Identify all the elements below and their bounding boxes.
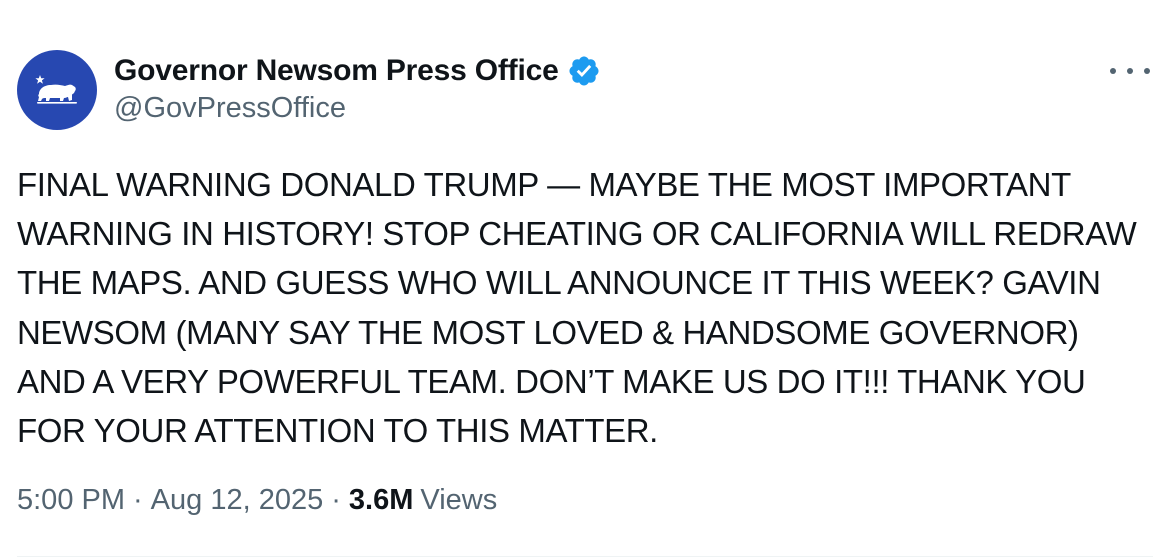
more-dot [1127, 68, 1133, 74]
california-bear-icon [35, 75, 77, 104]
tweet-text-line: NEWSOM (MANY SAY THE MOST LOVED & HANDSO… [17, 313, 1079, 351]
avatar[interactable] [17, 50, 97, 130]
tweet-card: Governor Newsom Press Office @GovPressOf… [0, 0, 1170, 558]
tweet-text: FINAL WARNING DONALD TRUMP — MAYBE THE M… [17, 160, 1165, 455]
tweet-text-line: THE MAPS. AND GUESS WHO WILL ANNOUNCE IT… [17, 264, 1101, 302]
verified-badge-icon[interactable] [567, 54, 601, 88]
more-dot [1110, 68, 1116, 74]
tweet-meta: 5:00 PM · Aug 12, 2025 · 3.6M Views [17, 480, 497, 520]
tweet-text-line: FINAL WARNING DONALD TRUMP — MAYBE THE M… [17, 166, 1071, 203]
meta-separator: · [331, 483, 341, 516]
user-handle[interactable]: @GovPressOffice [114, 92, 346, 125]
more-dot [1144, 68, 1150, 74]
divider [17, 556, 1153, 557]
display-name[interactable]: Governor Newsom Press Office [114, 54, 559, 88]
views-count[interactable]: 3.6M [349, 484, 413, 517]
tweet-text-line: WARNING IN HISTORY! STOP CHEATING OR CAL… [17, 215, 1137, 253]
more-dots-icon[interactable] [1110, 58, 1150, 84]
tweet-text-line: AND A VERY POWERFUL TEAM. DON’T MAKE US … [17, 362, 1086, 400]
author-name-row: Governor Newsom Press Office [114, 52, 601, 90]
tweet-time[interactable]: 5:00 PM [17, 484, 125, 517]
views-label[interactable]: Views [420, 484, 497, 517]
tweet-date[interactable]: Aug 12, 2025 [151, 484, 324, 517]
meta-separator: · [133, 483, 143, 516]
tweet-text-line: FOR YOUR ATTENTION TO THIS MATTER. [17, 412, 658, 450]
